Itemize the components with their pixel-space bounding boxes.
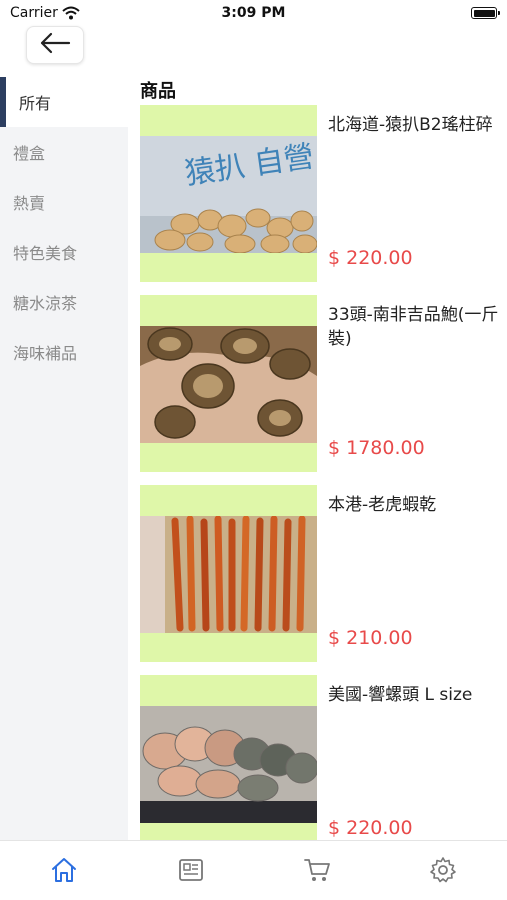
sidebar-item-seafood-tonic[interactable]: 海味補品 [0,327,128,377]
sidebar-item-specialty-food[interactable]: 特色美食 [0,227,128,277]
sidebar-item-label: 所有 [19,94,52,113]
sidebar-item-hot-sale[interactable]: 熱賣 [0,177,128,227]
sidebar-item-all[interactable]: 所有 [0,77,128,127]
product-image [140,485,317,662]
news-icon [177,857,205,887]
product-image [140,295,317,472]
product-card[interactable]: 33頭-南非吉品鮑(一斤裝) $ 1780.00 [140,295,507,485]
tab-settings[interactable] [428,857,458,887]
sidebar-item-label: 糖水涼茶 [13,294,78,313]
battery-icon [471,7,500,19]
product-price: $ 220.00 [328,817,413,839]
product-price: $ 1780.00 [328,437,425,459]
product-card[interactable]: 美國-響螺頭 L size $ 220.00 [140,675,507,840]
sidebar-item-gift-box[interactable]: 禮盒 [0,127,128,177]
product-name: 本港-老虎蝦乾 [328,495,437,515]
category-sidebar: 所有 禮盒 熱賣 特色美食 糖水涼茶 海味補品 [0,77,128,840]
sidebar-item-label: 海味補品 [13,344,78,363]
product-list: 猿扒 自營 北海道-猿扒B2瑤柱碎 $ 220.00 33頭-南非吉品鮑(一斤裝… [140,105,507,840]
product-price: $ 210.00 [328,627,413,649]
product-name: 美國-響螺頭 L size [328,685,473,705]
sidebar-item-label: 禮盒 [13,144,46,163]
sidebar-item-label: 熱賣 [13,194,46,213]
sidebar-item-dessert-tea[interactable]: 糖水涼茶 [0,277,128,327]
status-bar: Carrier 3:09 PM [0,0,507,28]
product-card[interactable]: 猿扒 自營 北海道-猿扒B2瑤柱碎 $ 220.00 [140,105,507,295]
clock: 3:09 PM [221,5,286,21]
page-title: 商品 [140,81,176,102]
home-icon [50,857,78,887]
arrow-left-icon [39,32,71,58]
settings-icon [429,856,457,888]
tab-bar [0,840,507,900]
product-price: $ 220.00 [328,247,413,269]
back-button[interactable] [26,26,84,64]
tab-news[interactable] [176,857,206,887]
sidebar-item-label: 特色美食 [13,244,78,263]
product-image [140,675,317,840]
product-image: 猿扒 自營 [140,105,317,282]
tab-home[interactable] [49,857,79,887]
product-card[interactable]: 本港-老虎蝦乾 $ 210.00 [140,485,507,675]
product-name: 北海道-猿扒B2瑤柱碎 [328,115,493,135]
product-name: 33頭-南非吉品鮑(一斤裝) [328,305,499,349]
tab-cart[interactable] [302,857,332,887]
cart-icon [303,857,331,887]
